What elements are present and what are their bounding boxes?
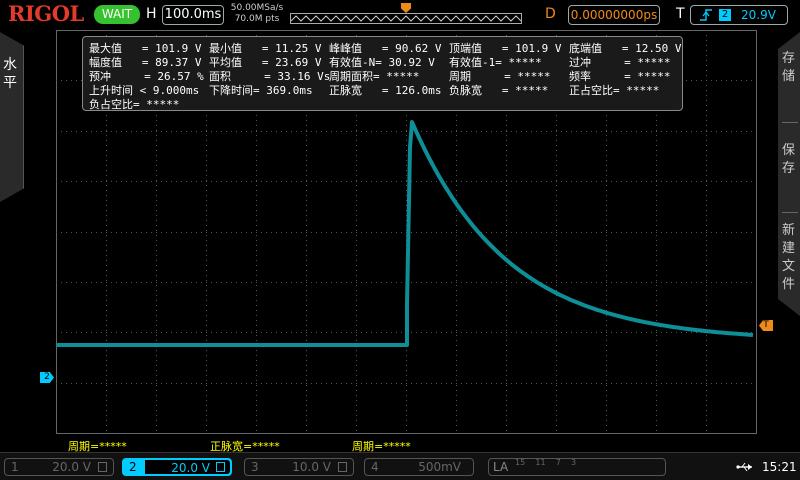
menu-divider [782,122,798,123]
storage-label: 存储 [782,51,796,84]
trigger-level-value: 20.9V [741,8,776,22]
measurement-value: 负脉宽 = ***** [449,84,549,97]
channel-4-button[interactable]: 4 500mV [364,458,474,476]
trigger-position-marker[interactable] [401,3,411,13]
new-file-label: 新建文件 [782,223,796,292]
channel-scale: 20.0 V [52,460,91,474]
channel-2-button[interactable]: 2 20.0 V [122,458,232,476]
channel-3-button[interactable]: 3 10.0 V [244,458,354,476]
delay-display[interactable]: 0.00000000ps [568,5,660,25]
measurement-value: 正占空比= ***** [569,84,660,97]
channel-number: 4 [371,460,379,474]
trigger-source-badge: 2 [719,9,731,21]
channel-number: 2 [129,460,137,474]
menu-divider [782,212,798,213]
run-state-button[interactable]: WAIT [94,5,140,24]
status-bar: 1 20.0 V 2 20.0 V 3 10.0 V 4 500mV LA 15… [0,452,800,480]
channel-number: 1 [11,460,19,474]
bandwidth-icon [338,462,347,472]
memory-depth: 70.0M pts [234,14,280,24]
sample-rate: 50.00MSa/s [230,3,284,13]
sample-info: 50.00MSa/s 70.0M pts [229,3,285,25]
measurement-value: 下降时间= 369.0ms [209,84,313,97]
channel-scale: 500mV [418,460,461,474]
measurement-panel: 最大值 = 101.9 V 最小值 = 11.25 V 峰峰值 = 90.62 V顶… [82,36,683,111]
channel-scale: 10.0 V [292,460,331,474]
horizontal-label: H [146,6,157,22]
bandwidth-icon [98,462,107,472]
horizontal-menu-tab[interactable]: 水平 [0,32,24,202]
horizontal-menu-label: 水平 [3,57,17,91]
logic-analyzer-button[interactable]: LA 15 11 7 3 [488,458,666,476]
timebase-display[interactable]: 100.0ms [162,5,224,25]
trigger-level-marker[interactable]: T [759,320,773,331]
measurement-value: 正脉宽 = 126.0ms [329,84,442,97]
ch2-offset-marker[interactable]: 2 [40,372,54,383]
channel-scale: 20.0 V [171,461,210,475]
rising-edge-icon [699,6,713,29]
la-channel-digits: 15 11 7 3 [515,458,577,467]
usb-icon [736,462,754,472]
trigger-label: T [676,6,685,22]
top-bar: RIGOL WAIT H 100.0ms 50.00MSa/s 70.0M pt… [0,0,800,30]
clock: 15:21 [762,460,797,474]
la-label: LA [493,460,509,474]
storage-menu-tab[interactable]: 存储 保存 新建文件 [778,32,800,316]
ch2-waveform-trace [56,120,754,347]
save-label: 保存 [782,143,796,176]
channel-1-button[interactable]: 1 20.0 V [4,458,114,476]
brand-logo: RIGOL [8,1,84,26]
channel-number: 3 [251,460,259,474]
delay-label: D [545,6,556,22]
memory-position-bar[interactable] [290,13,522,24]
bandwidth-icon [216,462,225,472]
channel-2-scale-box: 20.0 V [145,460,230,475]
memory-waveform-preview [291,15,521,22]
trigger-settings[interactable]: 2 20.9V [690,5,788,25]
measurement-value: 负占空比= ***** [89,98,180,111]
